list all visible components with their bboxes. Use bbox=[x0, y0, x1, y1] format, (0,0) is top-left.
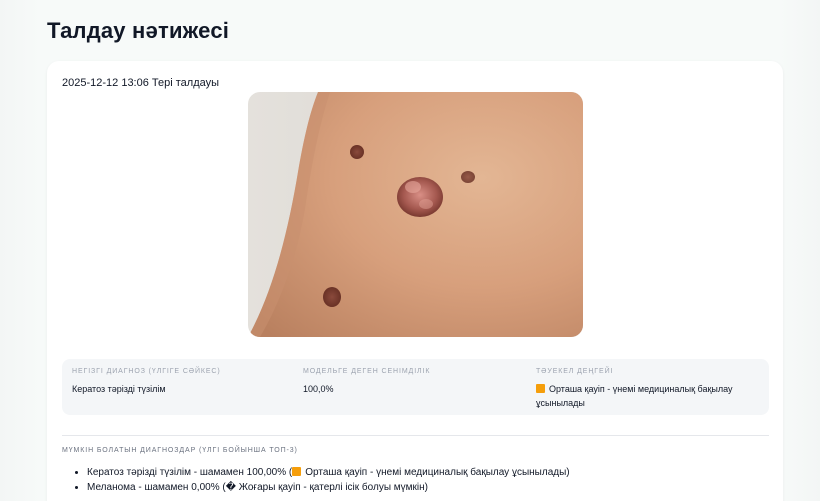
list-item: Меланома - шамамен 0,00% (� Жоғары қауіп… bbox=[87, 480, 570, 495]
diagnoses-heading: МҮМКІН БОЛАТЫН ДИАГНОЗДАР (ҮЛГІ БОЙЫНША … bbox=[62, 447, 298, 454]
diagnosis-risk: Орташа қауіп - үнемі медициналық бақылау… bbox=[305, 467, 570, 478]
diagnosis-text: Меланома - шамамен 0,00% ( bbox=[87, 482, 226, 493]
analysis-card: 2025-12-12 13:06 Тері талдауы НЕГІЗГІ ДИ… bbox=[47, 61, 783, 501]
skin-photo-image bbox=[248, 92, 583, 337]
risk-value: Орташа қауіп - үнемі медициналық бақылау… bbox=[536, 384, 733, 408]
confidence-label: МОДЕЛЬГЕ ДЕГЕН СЕНІМДІЛІК bbox=[303, 368, 431, 375]
diagnosis-text: Кератоз тәрізді түзілім - шамамен 100,00… bbox=[87, 467, 293, 478]
result-page: Талдау нәтижесі 2025-12-12 13:06 Тері та… bbox=[0, 0, 820, 501]
model-confidence: МОДЕЛЬГЕ ДЕГЕН СЕНІМДІЛІК 100,0% bbox=[303, 368, 430, 396]
risk-level: ТӘУЕКЕЛ ДЕҢГЕЙІ Орташа қауіп - үнемі мед… bbox=[536, 368, 766, 410]
main-diagnosis-value: Кератоз тәрізді түзілім bbox=[72, 384, 166, 394]
risk-label: ТӘУЕКЕЛ ДЕҢГЕЙІ bbox=[536, 368, 614, 375]
list-item: Кератоз тәрізді түзілім - шамамен 100,00… bbox=[87, 465, 570, 480]
orange-square-icon bbox=[292, 467, 302, 476]
analysis-meta: 2025-12-12 13:06 Тері талдауы bbox=[62, 77, 220, 89]
risk-value-row: Орташа қауіп - үнемі медициналық бақылау… bbox=[536, 382, 766, 410]
skin-photo bbox=[248, 92, 583, 337]
main-diagnosis-label: НЕГІЗГІ ДИАГНОЗ (ҮЛГІГЕ СӘЙКЕС) bbox=[72, 368, 221, 375]
confidence-value: 100,0% bbox=[303, 384, 334, 394]
unknown-glyph-icon: � bbox=[225, 482, 236, 493]
diagnosis-summary: НЕГІЗГІ ДИАГНОЗ (ҮЛГІГЕ СӘЙКЕС) Кератоз … bbox=[62, 359, 769, 415]
page-title: Талдау нәтижесі bbox=[47, 18, 230, 43]
main-diagnosis: НЕГІЗГІ ДИАГНОЗ (ҮЛГІГЕ СӘЙКЕС) Кератоз … bbox=[72, 368, 221, 396]
orange-square-icon bbox=[536, 384, 545, 393]
section-divider bbox=[62, 435, 769, 436]
diagnosis-risk: Жоғары қауіп - қатерлі ісік болуы мүмкін… bbox=[238, 482, 428, 493]
diagnoses-list: Кератоз тәрізді түзілім - шамамен 100,00… bbox=[73, 465, 570, 495]
